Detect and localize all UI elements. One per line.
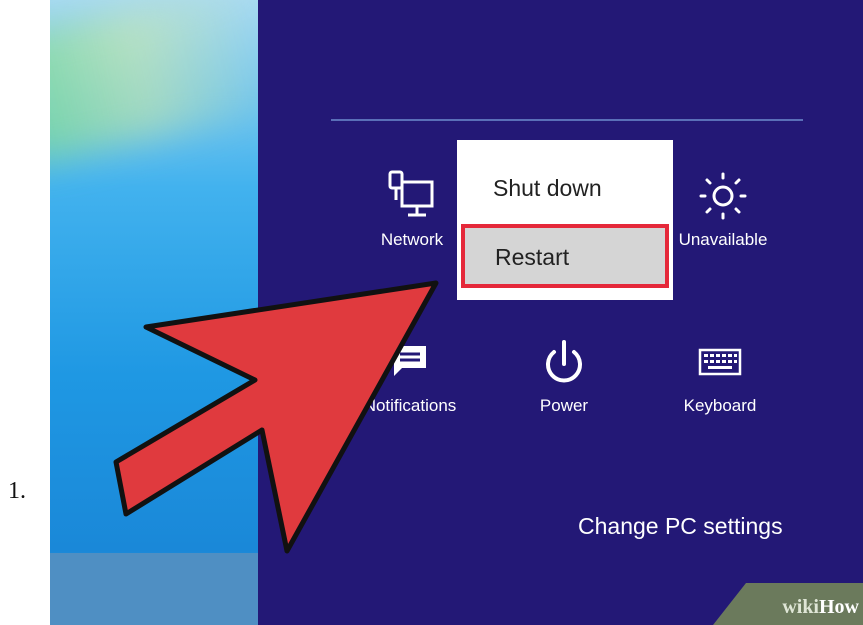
red-pointer-arrow [113,280,439,554]
screenshot-frame: Network Unavailable Notifications Power … [50,0,863,625]
step-number: 1. [8,478,26,504]
